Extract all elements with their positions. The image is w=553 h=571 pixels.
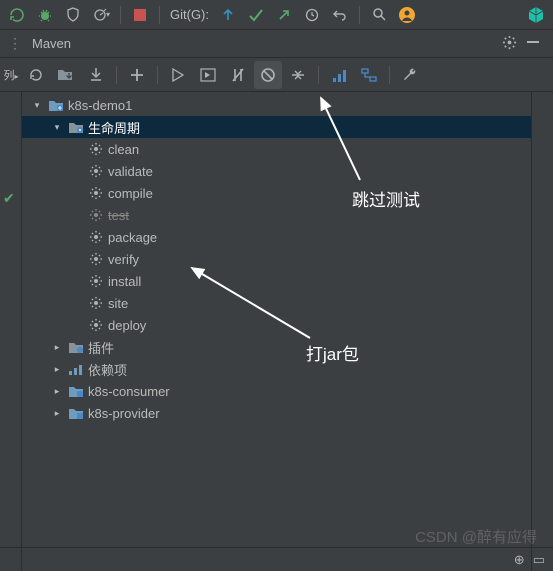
goal-label: deploy (108, 318, 146, 333)
maven-module-icon (68, 405, 84, 421)
maven-toolbar: 列▸ (0, 58, 553, 92)
git-label: Git(G): (170, 7, 209, 22)
dependencies-graph-icon[interactable] (325, 61, 353, 89)
chevron-right-icon[interactable] (50, 362, 64, 376)
goal-install[interactable]: install (22, 270, 531, 292)
maven-panel-header: ⋮ Maven (0, 30, 553, 58)
separator (159, 6, 160, 24)
lifecycle-folder-icon (68, 119, 84, 135)
goal-package[interactable]: package (22, 226, 531, 248)
tree-dependencies[interactable]: 依赖项 (22, 358, 531, 380)
collapse-icon[interactable] (284, 61, 312, 89)
chevron-down-icon[interactable] (30, 98, 44, 112)
settings-icon[interactable] (497, 35, 521, 53)
tree-label: 依赖项 (88, 360, 127, 379)
separator (389, 66, 390, 84)
dependencies-icon (68, 361, 84, 377)
add-icon[interactable] (123, 61, 151, 89)
goal-label: validate (108, 164, 153, 179)
panel-title: Maven (32, 36, 497, 51)
separator (318, 66, 319, 84)
status-bar: ⊕ ▭ (0, 547, 553, 571)
maven-module-icon (48, 97, 64, 113)
separator (157, 66, 158, 84)
separator (120, 6, 121, 24)
maven-tree[interactable]: k8s-demo1 生命周期 clean validate compile te… (22, 92, 531, 571)
goal-deploy[interactable]: deploy (22, 314, 531, 336)
skip-tests-icon[interactable] (254, 61, 282, 89)
stop-icon[interactable] (127, 3, 153, 27)
run-icon[interactable] (164, 61, 192, 89)
goal-site[interactable]: site (22, 292, 531, 314)
reload-icon[interactable] (22, 61, 50, 89)
git-rollback-icon[interactable] (327, 3, 353, 27)
side-label[interactable]: 列▸ (2, 67, 20, 83)
tree-lifecycle[interactable]: 生命周期 (22, 116, 531, 138)
download-sources-icon[interactable] (82, 61, 110, 89)
generate-sources-icon[interactable] (52, 61, 80, 89)
tree-root[interactable]: k8s-demo1 (22, 94, 531, 116)
chevron-right-icon[interactable] (50, 406, 64, 420)
goal-validate[interactable]: validate (22, 160, 531, 182)
goal-label: install (108, 274, 141, 289)
goal-verify[interactable]: verify (22, 248, 531, 270)
chevron-right-icon[interactable] (50, 384, 64, 398)
separator (359, 6, 360, 24)
tree-label: k8s-demo1 (68, 98, 132, 113)
tree-label: k8s-provider (88, 406, 160, 421)
execute-icon[interactable] (194, 61, 222, 89)
wrench-icon[interactable] (396, 61, 424, 89)
gear-icon (88, 141, 104, 157)
gear-icon (88, 273, 104, 289)
ide-toolbar: ▾ Git(G): (0, 0, 553, 30)
tree-label: 插件 (88, 338, 114, 357)
goal-label: site (108, 296, 128, 311)
gear-icon (88, 229, 104, 245)
plugins-folder-icon (68, 339, 84, 355)
goal-label: test (108, 208, 129, 223)
gear-icon (88, 317, 104, 333)
tree-provider[interactable]: k8s-provider (22, 402, 531, 424)
maven-module-icon (68, 383, 84, 399)
build-ok-icon: ✔ (3, 190, 15, 207)
show-structure-icon[interactable] (355, 61, 383, 89)
gear-icon (88, 185, 104, 201)
tree-plugins[interactable]: 插件 (22, 336, 531, 358)
git-push-icon[interactable] (271, 3, 297, 27)
minimize-icon[interactable] (521, 35, 545, 52)
chevron-right-icon[interactable] (50, 340, 64, 354)
gear-icon (88, 163, 104, 179)
goal-clean[interactable]: clean (22, 138, 531, 160)
bug-icon[interactable] (32, 3, 58, 27)
gutter: ✔ (0, 92, 22, 571)
goal-label: package (108, 230, 157, 245)
separator (116, 66, 117, 84)
chevron-down-icon[interactable] (50, 120, 64, 134)
avatar-icon[interactable] (394, 3, 420, 27)
search-icon[interactable] (366, 3, 392, 27)
tree-label: k8s-consumer (88, 384, 170, 399)
tree-consumer[interactable]: k8s-consumer (22, 380, 531, 402)
goal-compile[interactable]: compile (22, 182, 531, 204)
goal-test[interactable]: test (22, 204, 531, 226)
gear-icon (88, 295, 104, 311)
drag-handle-icon[interactable]: ⋮ (8, 35, 22, 52)
coverage-icon[interactable] (60, 3, 86, 27)
goal-label: compile (108, 186, 153, 201)
git-commit-icon[interactable] (243, 3, 269, 27)
gear-icon (88, 251, 104, 267)
git-history-icon[interactable] (299, 3, 325, 27)
status-icon[interactable]: ▭ (533, 552, 545, 568)
git-update-icon[interactable] (215, 3, 241, 27)
status-icon[interactable]: ⊕ (514, 552, 525, 568)
profile-icon[interactable]: ▾ (88, 3, 114, 27)
goal-label: clean (108, 142, 139, 157)
plugin-icon[interactable] (523, 3, 549, 27)
toggle-offline-icon[interactable] (224, 61, 252, 89)
gear-icon (88, 207, 104, 223)
goal-label: verify (108, 252, 139, 267)
tree-label: 生命周期 (88, 118, 140, 137)
right-gutter (531, 92, 553, 571)
rerun-icon[interactable] (4, 3, 30, 27)
